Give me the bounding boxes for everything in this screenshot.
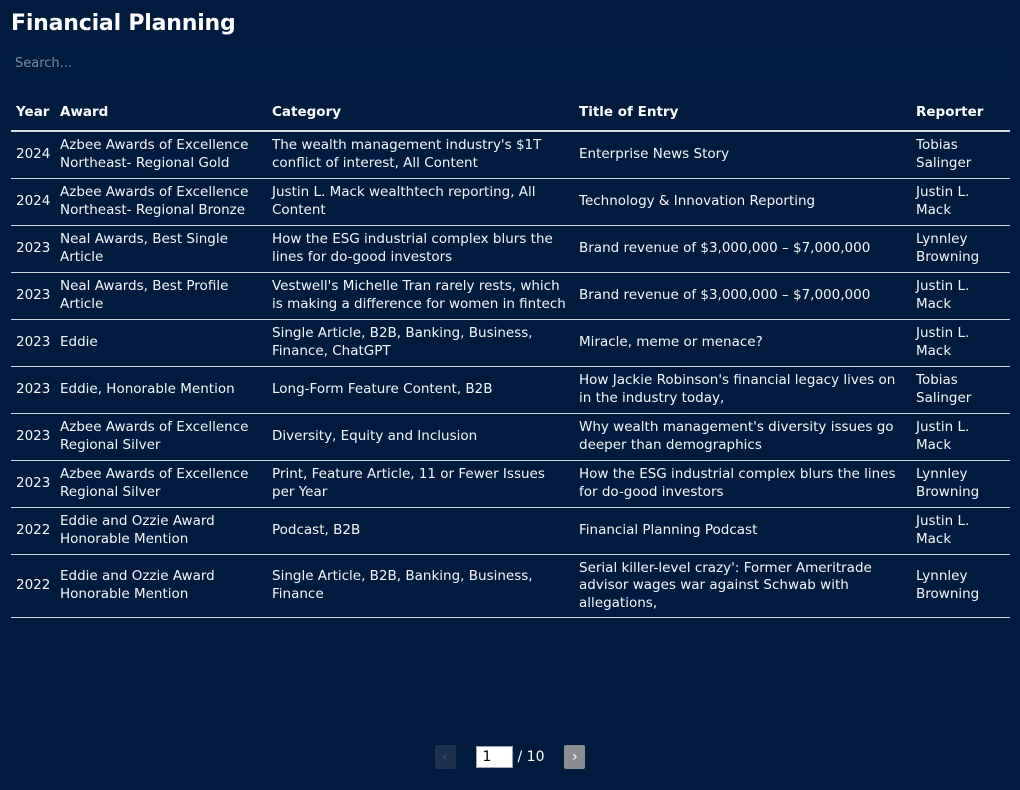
chevron-left-icon: ‹	[442, 749, 448, 765]
column-header-category[interactable]: Category	[267, 91, 574, 132]
page-title: Financial Planning	[11, 11, 236, 36]
cell-title: Miracle, meme or menace?	[574, 319, 911, 367]
cell-reporter: Tobias Salinger	[911, 366, 1010, 414]
cell-award: Eddie and Ozzie Award Honorable Mention	[55, 554, 267, 618]
cell-year: 2023	[11, 319, 55, 367]
cell-title: Technology & Innovation Reporting	[574, 178, 911, 226]
cell-category: Diversity, Equity and Inclusion	[267, 413, 574, 461]
page-number-input[interactable]	[475, 746, 513, 768]
cell-year: 2023	[11, 366, 55, 414]
column-header-year[interactable]: Year	[11, 91, 55, 132]
cell-reporter: Justin L. Mack	[911, 272, 1010, 320]
cell-award: Eddie, Honorable Mention	[55, 366, 267, 414]
cell-reporter: Tobias Salinger	[911, 131, 1010, 179]
cell-title: Financial Planning Podcast	[574, 507, 911, 555]
cell-category: Vestwell's Michelle Tran rarely rests, w…	[267, 272, 574, 320]
column-header-award[interactable]: Award	[55, 91, 267, 132]
cell-award: Eddie and Ozzie Award Honorable Mention	[55, 507, 267, 555]
cell-award: Azbee Awards of Excellence Northeast- Re…	[55, 178, 267, 226]
page-container: Financial Planning Year Award Category T…	[0, 0, 1020, 618]
table-row: 2023 Eddie, Honorable Mention Long-Form …	[11, 366, 1010, 414]
cell-reporter: Justin L. Mack	[911, 507, 1010, 555]
chevron-right-icon: ›	[572, 749, 578, 765]
cell-category: How the ESG industrial complex blurs the…	[267, 225, 574, 273]
table-row: 2024 Azbee Awards of Excellence Northeas…	[11, 131, 1010, 179]
cell-category: Podcast, B2B	[267, 507, 574, 555]
previous-page-button[interactable]: ‹	[434, 745, 456, 769]
cell-award: Azbee Awards of Excellence Regional Silv…	[55, 460, 267, 508]
cell-award: Eddie	[55, 319, 267, 367]
cell-reporter: Lynnley Browning	[911, 460, 1010, 508]
cell-title: Why wealth management's diversity issues…	[574, 413, 911, 461]
total-pages-label: / 10	[517, 749, 545, 765]
table-row: 2022 Eddie and Ozzie Award Honorable Men…	[11, 507, 1010, 555]
table-body: 2024 Azbee Awards of Excellence Northeas…	[11, 131, 1010, 618]
cell-year: 2022	[11, 507, 55, 555]
cell-category: Single Article, B2B, Banking, Business, …	[267, 554, 574, 618]
cell-title: How the ESG industrial complex blurs the…	[574, 460, 911, 508]
cell-reporter: Justin L. Mack	[911, 413, 1010, 461]
search-input[interactable]	[11, 51, 1009, 75]
table-header: Year Award Category Title of Entry Repor…	[11, 91, 1010, 132]
cell-title: Serial killer-level crazy': Former Ameri…	[574, 554, 911, 618]
table-row: 2023 Neal Awards, Best Single Article Ho…	[11, 225, 1010, 273]
cell-award: Azbee Awards of Excellence Northeast- Re…	[55, 131, 267, 179]
table-row: 2023 Eddie Single Article, B2B, Banking,…	[11, 319, 1010, 367]
table-row: 2024 Azbee Awards of Excellence Northeas…	[11, 178, 1010, 226]
cell-category: The wealth management industry's $1T con…	[267, 131, 574, 179]
cell-reporter: Lynnley Browning	[911, 225, 1010, 273]
cell-title: Brand revenue of $3,000,000 – $7,000,000	[574, 225, 911, 273]
cell-category: Print, Feature Article, 11 or Fewer Issu…	[267, 460, 574, 508]
pagination: ‹ / 10 ›	[0, 745, 1020, 769]
table-row: 2022 Eddie and Ozzie Award Honorable Men…	[11, 554, 1010, 618]
table-row: 2023 Neal Awards, Best Profile Article V…	[11, 272, 1010, 320]
cell-year: 2022	[11, 554, 55, 618]
table-row: 2023 Azbee Awards of Excellence Regional…	[11, 413, 1010, 461]
cell-year: 2024	[11, 178, 55, 226]
column-header-title-of-entry[interactable]: Title of Entry	[574, 91, 911, 132]
table-row: 2023 Azbee Awards of Excellence Regional…	[11, 460, 1010, 508]
awards-table: Year Award Category Title of Entry Repor…	[11, 91, 1010, 618]
cell-award: Neal Awards, Best Single Article	[55, 225, 267, 273]
cell-reporter: Justin L. Mack	[911, 319, 1010, 367]
column-header-reporter[interactable]: Reporter	[911, 91, 1010, 132]
cell-title: Enterprise News Story	[574, 131, 911, 179]
cell-award: Azbee Awards of Excellence Regional Silv…	[55, 413, 267, 461]
cell-year: 2023	[11, 460, 55, 508]
next-page-button[interactable]: ›	[564, 745, 586, 769]
cell-award: Neal Awards, Best Profile Article	[55, 272, 267, 320]
cell-year: 2024	[11, 131, 55, 179]
header-row: Year Award Category Title of Entry Repor…	[11, 91, 1010, 132]
cell-title: Brand revenue of $3,000,000 – $7,000,000	[574, 272, 911, 320]
cell-reporter: Lynnley Browning	[911, 554, 1010, 618]
cell-year: 2023	[11, 225, 55, 273]
cell-category: Long-Form Feature Content, B2B	[267, 366, 574, 414]
cell-category: Justin L. Mack wealthtech reporting, All…	[267, 178, 574, 226]
cell-year: 2023	[11, 272, 55, 320]
cell-reporter: Justin L. Mack	[911, 178, 1010, 226]
cell-year: 2023	[11, 413, 55, 461]
cell-title: How Jackie Robinson's financial legacy l…	[574, 366, 911, 414]
cell-category: Single Article, B2B, Banking, Business, …	[267, 319, 574, 367]
